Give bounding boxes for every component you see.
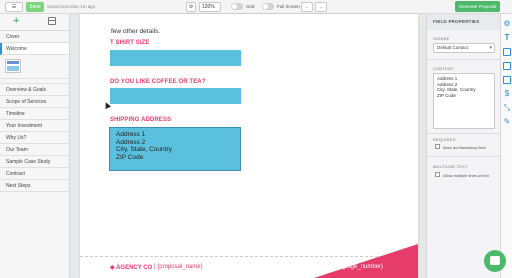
zoom-select[interactable]: 120% <box>199 2 221 12</box>
image-tool-icon[interactable] <box>503 48 511 56</box>
sidebar-item-next-steps[interactable]: Next Steps <box>0 180 69 192</box>
footer-proposal-var: {proposal_name} <box>157 264 203 270</box>
redo-icon[interactable]: → <box>315 2 327 12</box>
grid-label: Grid <box>246 4 255 9</box>
signature-tool-icon[interactable]: ✎ <box>503 118 511 126</box>
panel-title: FIELD PROPERTIES <box>427 14 500 30</box>
footer-logo-text: AGENCY CO <box>116 265 153 271</box>
required-checkbox[interactable] <box>435 144 440 149</box>
pricing-tool-icon[interactable]: $ <box>503 90 511 98</box>
multiline-label: MULTILINE TEXT <box>433 164 468 169</box>
multiline-checkbox-label: Allow multiple lines of text <box>443 173 489 178</box>
content-textarea[interactable]: Address 1 Address 2 City, State, Country… <box>433 73 495 129</box>
fullscreen-label: Full Screen <box>277 4 300 9</box>
sidebar-item-contract[interactable]: Contract <box>0 168 69 180</box>
required-checkbox-label: Mark as Mandatory field <box>443 145 486 150</box>
sidebar-item-investment[interactable]: Your Investment <box>0 120 69 132</box>
footer-page-number: {page_number} <box>342 264 384 270</box>
section-thumbnail[interactable] <box>0 55 69 79</box>
undo-icon[interactable]: ← <box>301 2 313 12</box>
field-properties-panel: FIELD PROPERTIES SIGNEE Default Contact … <box>426 14 501 278</box>
sidebar-item-why-us[interactable]: Why Us? <box>0 132 69 144</box>
fullscreen-toggle[interactable] <box>262 3 274 10</box>
saved-status: Saved less than 1m ago <box>47 4 96 9</box>
required-label: REQUIRED <box>433 137 456 142</box>
sidebar-item-team[interactable]: Our Team <box>0 144 69 156</box>
sidebar-item-overview[interactable]: Overview & Goals <box>0 84 69 96</box>
footer-proposal-name: | {proposal_name} <box>154 264 203 270</box>
sidebar-item-welcome[interactable]: Welcome <box>0 43 69 55</box>
tool-rail: ⚙ T $ ⤡ ✎ <box>500 14 512 278</box>
sidebar-item-cover[interactable]: Cover <box>0 31 69 43</box>
sidebar-item-timeline[interactable]: Timeline <box>0 108 69 120</box>
settings-icon[interactable]: ⚙ <box>503 20 511 28</box>
signee-select[interactable]: Default Contact <box>433 43 495 53</box>
section-sidebar: + Cover Welcome Overview & Goals Scope o… <box>0 14 70 278</box>
multiline-checkbox[interactable] <box>435 172 440 177</box>
signee-label: SIGNEE <box>433 36 450 41</box>
thumbnail-image <box>5 59 21 73</box>
generate-proposal-button[interactable]: Generate Proposal <box>455 1 500 12</box>
top-toolbar: ☰ Save Saved less than 1m ago ⚙ 120% Gri… <box>0 0 512 14</box>
divider <box>427 156 501 157</box>
menu-button[interactable]: ☰ <box>5 2 23 12</box>
sidebar-header: + <box>0 14 69 31</box>
footer-accent-shape <box>314 244 418 278</box>
table-tool-icon[interactable] <box>503 76 511 84</box>
text-tool-icon[interactable]: T <box>503 34 511 42</box>
document-page: few other details. T SHIRT SIZE DO YOU L… <box>80 14 418 278</box>
footer-logo: ◆ AGENCY CO <box>110 265 153 271</box>
content-label: CONTENT <box>433 66 454 71</box>
video-tool-icon[interactable] <box>503 62 511 70</box>
content-line: ZIP Code <box>437 92 456 98</box>
calendar-icon[interactable] <box>48 17 56 25</box>
chat-bubble-icon[interactable] <box>484 250 506 272</box>
divider <box>427 133 501 134</box>
sidebar-item-scope[interactable]: Scope of Services <box>0 96 69 108</box>
shape-tool-icon[interactable]: ⤡ <box>503 104 511 112</box>
add-section-icon[interactable]: + <box>13 15 19 27</box>
divider <box>427 59 501 60</box>
grid-toggle[interactable] <box>231 3 243 10</box>
settings-icon[interactable]: ⚙ <box>186 2 196 12</box>
save-button[interactable]: Save <box>26 2 44 12</box>
sidebar-item-case-study[interactable]: Sample Case Study <box>0 156 69 168</box>
